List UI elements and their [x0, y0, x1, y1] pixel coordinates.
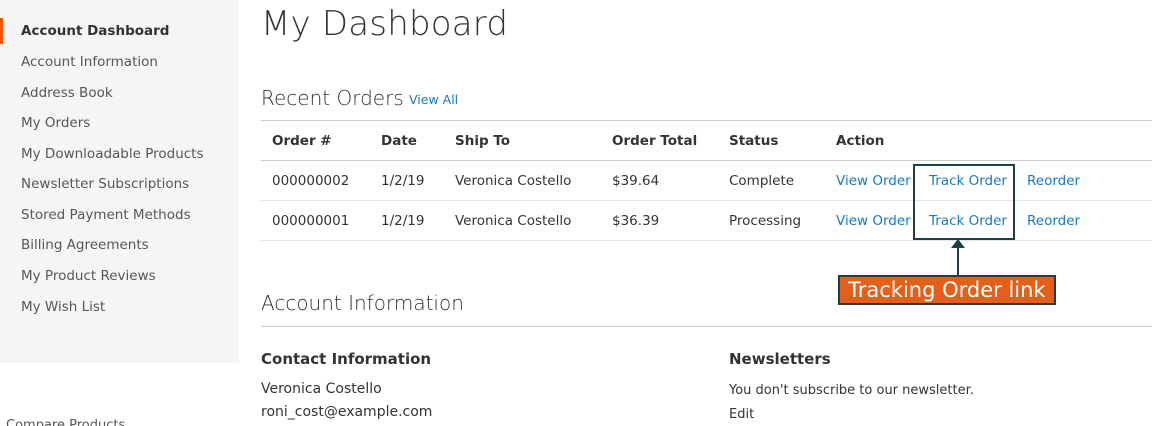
- recent-orders-title: Recent Orders: [261, 86, 404, 110]
- view-order-link[interactable]: View Order: [836, 213, 911, 229]
- sidebar-item-label: Account Dashboard: [21, 23, 170, 39]
- col-header-order-total: Order Total: [612, 133, 698, 149]
- sidebar-item-my-wish-list[interactable]: My Wish List: [0, 292, 239, 322]
- sidebar-item-label: Billing Agreements: [21, 237, 149, 253]
- order-status: Complete: [729, 173, 795, 189]
- view-order-link[interactable]: View Order: [836, 173, 911, 189]
- sidebar-item-account-dashboard[interactable]: Account Dashboard: [0, 16, 239, 46]
- col-header-status: Status: [729, 133, 779, 149]
- order-number: 000000002: [272, 173, 350, 189]
- sidebar-item-label: Account Information: [21, 54, 158, 70]
- col-header-action: Action: [836, 133, 885, 149]
- sidebar-item-stored-payment-methods[interactable]: Stored Payment Methods: [0, 200, 239, 230]
- contact-name: Veronica Costello: [261, 381, 382, 397]
- view-all-link[interactable]: View All: [409, 92, 458, 107]
- sidebar-item-label: My Product Reviews: [21, 268, 156, 284]
- sidebar-item-label: Address Book: [21, 85, 113, 101]
- table-row-divider: [261, 240, 1152, 241]
- newsletters-title: Newsletters: [729, 350, 831, 368]
- contact-email: roni_cost@example.com: [261, 404, 433, 420]
- recent-orders-divider: [261, 120, 1152, 121]
- account-information-title: Account Information: [261, 291, 464, 315]
- col-header-date: Date: [381, 133, 417, 149]
- sidebar-item-label: My Downloadable Products: [21, 146, 204, 162]
- reorder-link[interactable]: Reorder: [1027, 213, 1080, 229]
- order-total: $36.39: [612, 213, 660, 229]
- sidebar-item-my-product-reviews[interactable]: My Product Reviews: [0, 261, 239, 291]
- order-ship-to: Veronica Costello: [455, 213, 572, 229]
- sidebar-item-account-information[interactable]: Account Information: [0, 47, 239, 77]
- account-sidebar: Account Dashboard Account Information Ad…: [0, 0, 239, 363]
- table-row-divider: [261, 200, 1152, 201]
- order-number: 000000001: [272, 213, 350, 229]
- sidebar-item-label: Stored Payment Methods: [21, 207, 191, 223]
- contact-information-title: Contact Information: [261, 350, 432, 368]
- sidebar-item-my-orders[interactable]: My Orders: [0, 108, 239, 138]
- sidebar-item-newsletter-subscriptions[interactable]: Newsletter Subscriptions: [0, 169, 239, 199]
- order-status: Processing: [729, 213, 802, 229]
- callout-arrow: [957, 246, 959, 276]
- order-ship-to: Veronica Costello: [455, 173, 572, 189]
- sidebar-item-label: Newsletter Subscriptions: [21, 176, 190, 192]
- order-date: 1/2/19: [381, 213, 425, 229]
- sidebar-item-billing-agreements[interactable]: Billing Agreements: [0, 230, 239, 260]
- newsletter-edit-link[interactable]: Edit: [729, 407, 754, 422]
- col-header-order: Order #: [272, 133, 332, 149]
- tracking-order-callout: Tracking Order link: [838, 275, 1056, 305]
- page-title: My Dashboard: [261, 4, 509, 44]
- track-order-highlight: [913, 164, 1015, 240]
- order-date: 1/2/19: [381, 173, 425, 189]
- table-header-divider: [261, 160, 1152, 161]
- newsletter-status: You don't subscribe to our newsletter.: [729, 383, 974, 398]
- compare-products-title: Compare Products: [6, 418, 126, 426]
- sidebar-item-label: My Wish List: [21, 299, 106, 315]
- sidebar-item-my-downloadable-products[interactable]: My Downloadable Products: [0, 139, 239, 169]
- col-header-ship-to: Ship To: [455, 133, 511, 149]
- order-total: $39.64: [612, 173, 660, 189]
- account-information-divider: [261, 326, 1152, 327]
- sidebar-item-label: My Orders: [21, 115, 91, 131]
- sidebar-item-address-book[interactable]: Address Book: [0, 78, 239, 108]
- reorder-link[interactable]: Reorder: [1027, 173, 1080, 189]
